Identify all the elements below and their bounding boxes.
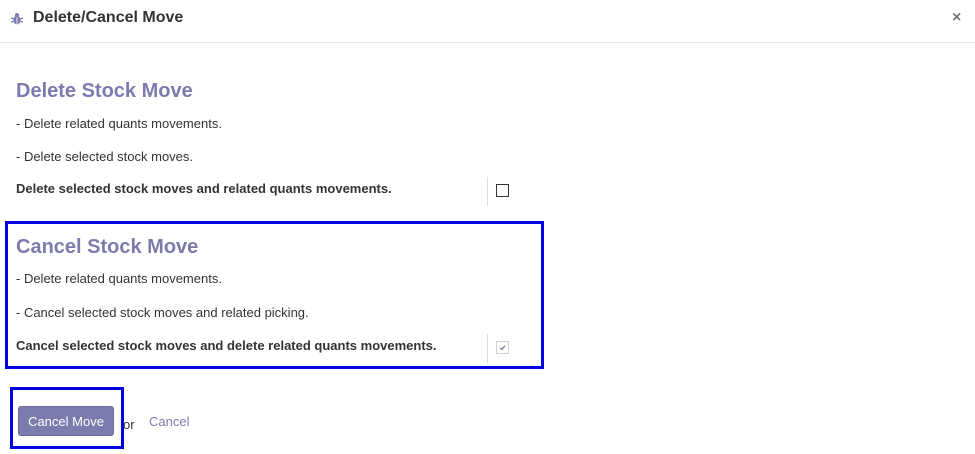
or-separator: or bbox=[123, 417, 135, 432]
cancel-checkbox[interactable] bbox=[496, 341, 509, 354]
delete-option-label: Delete selected stock moves and related … bbox=[16, 181, 392, 196]
delete-info-line-1: - Delete related quants movements. bbox=[16, 116, 222, 131]
cancel-info-line-1: - Delete related quants movements. bbox=[16, 271, 222, 286]
dialog-header: Delete/Cancel Move × bbox=[0, 0, 975, 43]
dialog-title: Delete/Cancel Move bbox=[33, 9, 184, 26]
delete-checkbox[interactable] bbox=[496, 184, 509, 197]
delete-info-line-2: - Delete selected stock moves. bbox=[16, 149, 194, 164]
cancel-link[interactable]: Cancel bbox=[149, 414, 189, 429]
cancel-option-label: Cancel selected stock moves and delete r… bbox=[16, 338, 437, 353]
field-divider bbox=[487, 334, 488, 363]
cancel-section-title: Cancel Stock Move bbox=[16, 236, 199, 258]
cancel-info-line-2: - Cancel selected stock moves and relate… bbox=[16, 305, 309, 320]
bug-icon bbox=[10, 13, 24, 25]
checkmark-icon bbox=[499, 345, 506, 351]
cancel-move-button[interactable]: Cancel Move bbox=[18, 406, 114, 436]
field-divider bbox=[487, 177, 488, 206]
close-icon[interactable]: × bbox=[952, 10, 961, 26]
delete-section-title: Delete Stock Move bbox=[16, 80, 193, 102]
